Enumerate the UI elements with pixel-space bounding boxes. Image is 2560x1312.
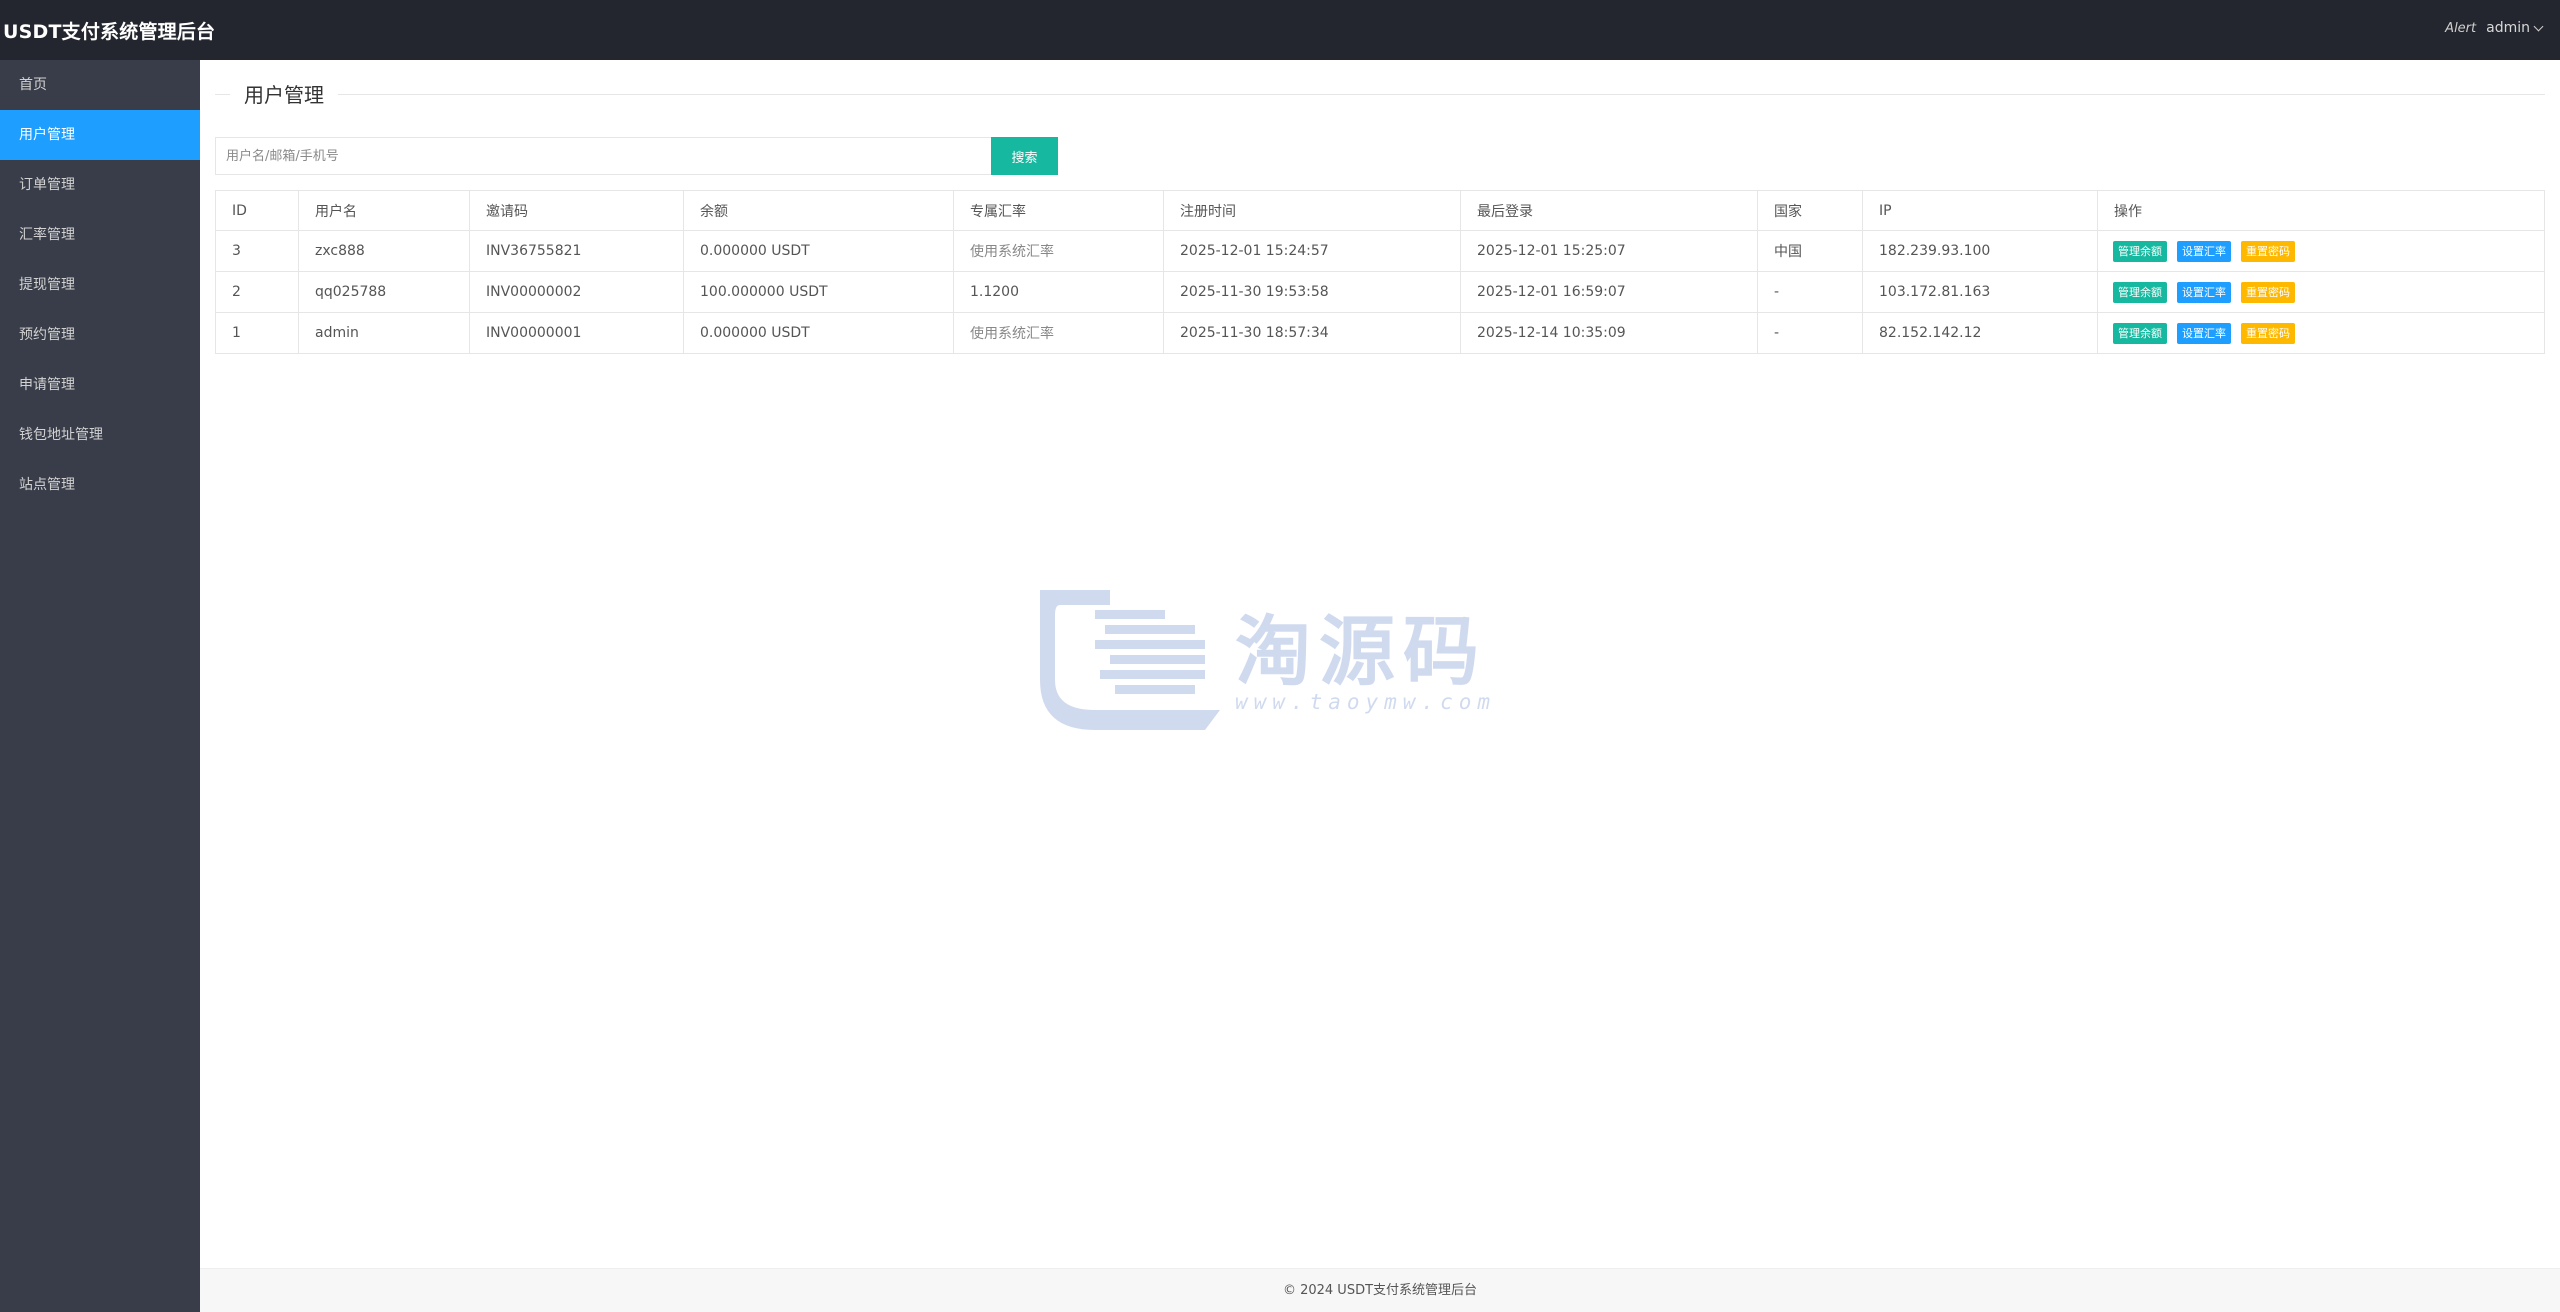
users-table: ID 用户名 邀请码 余额 专属汇率 注册时间 最后登录 国家 IP 操作 3 … [215, 190, 2545, 354]
manage-balance-button[interactable]: 管理余额 [2113, 240, 2167, 262]
cell-rate: 1.1200 [953, 271, 1164, 313]
set-rate-button[interactable]: 设置汇率 [2177, 281, 2231, 303]
alert-link[interactable]: Alert [2445, 21, 2476, 36]
watermark-logo-icon [1040, 590, 1220, 730]
chevron-down-icon [2533, 21, 2544, 31]
top-header: USDT支付系统管理后台 Alert admin [0, 0, 2560, 60]
app-title: USDT支付系统管理后台 [3, 21, 216, 43]
page-title: 用户管理 [230, 83, 338, 107]
cell-registered: 2025-12-01 15:24:57 [1163, 230, 1461, 272]
cell-invite: INV36755821 [469, 230, 684, 272]
table-row: 1 admin INV00000001 0.000000 USDT 使用系统汇率… [215, 312, 2545, 354]
col-header-id: ID [215, 190, 299, 231]
watermark: 淘源码 www.taoymw.com [1035, 585, 1525, 735]
cell-invite: INV00000002 [469, 271, 684, 313]
cell-actions: 管理余额 设置汇率 重置密码 [2097, 271, 2545, 313]
footer: © 2024 USDT支付系统管理后台 [200, 1268, 2560, 1312]
cell-username: admin [298, 312, 470, 354]
sidebar-item-home[interactable]: 首页 [0, 60, 200, 110]
cell-balance: 0.000000 USDT [683, 312, 954, 354]
top-right-area: Alert admin [2445, 20, 2544, 36]
table-header-row: ID 用户名 邀请码 余额 专属汇率 注册时间 最后登录 国家 IP 操作 [215, 190, 2545, 231]
reset-password-button[interactable]: 重置密码 [2241, 322, 2295, 344]
cell-ip: 103.172.81.163 [1862, 271, 2098, 313]
cell-actions: 管理余额 设置汇率 重置密码 [2097, 230, 2545, 272]
cell-balance: 100.000000 USDT [683, 271, 954, 313]
cell-actions: 管理余额 设置汇率 重置密码 [2097, 312, 2545, 354]
table-row: 3 zxc888 INV36755821 0.000000 USDT 使用系统汇… [215, 230, 2545, 272]
set-rate-button[interactable]: 设置汇率 [2177, 240, 2231, 262]
cell-id: 1 [215, 312, 299, 354]
sidebar-item-wallets[interactable]: 钱包地址管理 [0, 410, 200, 460]
cell-id: 3 [215, 230, 299, 272]
cell-ip: 82.152.142.12 [1862, 312, 2098, 354]
sidebar-item-withdrawals[interactable]: 提现管理 [0, 260, 200, 310]
cell-rate: 使用系统汇率 [953, 312, 1164, 354]
search-button[interactable]: 搜索 [991, 137, 1058, 175]
cell-username: qq025788 [298, 271, 470, 313]
sidebar-item-site[interactable]: 站点管理 [0, 460, 200, 510]
user-menu[interactable]: admin [2486, 20, 2544, 36]
reset-password-button[interactable]: 重置密码 [2241, 240, 2295, 262]
manage-balance-button[interactable]: 管理余额 [2113, 322, 2167, 344]
col-header-last-login: 最后登录 [1460, 190, 1758, 231]
watermark-text: 淘源码 [1235, 607, 1487, 696]
cell-rate: 使用系统汇率 [953, 230, 1164, 272]
col-header-ip: IP [1862, 190, 2098, 231]
section-divider [215, 94, 2545, 95]
col-header-actions: 操作 [2097, 190, 2545, 231]
cell-id: 2 [215, 271, 299, 313]
sidebar: 首页 用户管理 订单管理 汇率管理 提现管理 预约管理 申请管理 钱包地址管理 … [0, 60, 200, 1312]
manage-balance-button[interactable]: 管理余额 [2113, 281, 2167, 303]
col-header-username: 用户名 [298, 190, 470, 231]
sidebar-item-reservations[interactable]: 预约管理 [0, 310, 200, 360]
col-header-invite: 邀请码 [469, 190, 684, 231]
cell-last-login: 2025-12-14 10:35:09 [1460, 312, 1758, 354]
cell-country: - [1757, 312, 1863, 354]
cell-last-login: 2025-12-01 16:59:07 [1460, 271, 1758, 313]
cell-country: 中国 [1757, 230, 1863, 272]
sidebar-item-orders[interactable]: 订单管理 [0, 160, 200, 210]
user-name: admin [2486, 20, 2530, 36]
reset-password-button[interactable]: 重置密码 [2241, 281, 2295, 303]
cell-registered: 2025-11-30 18:57:34 [1163, 312, 1461, 354]
col-header-balance: 余额 [683, 190, 954, 231]
sidebar-item-applications[interactable]: 申请管理 [0, 360, 200, 410]
table-row: 2 qq025788 INV00000002 100.000000 USDT 1… [215, 271, 2545, 313]
cell-balance: 0.000000 USDT [683, 230, 954, 272]
sidebar-item-users[interactable]: 用户管理 [0, 110, 200, 160]
cell-last-login: 2025-12-01 15:25:07 [1460, 230, 1758, 272]
col-header-registered: 注册时间 [1163, 190, 1461, 231]
cell-registered: 2025-11-30 19:53:58 [1163, 271, 1461, 313]
cell-country: - [1757, 271, 1863, 313]
cell-username: zxc888 [298, 230, 470, 272]
col-header-rate: 专属汇率 [953, 190, 1164, 231]
search-input[interactable] [215, 137, 991, 175]
set-rate-button[interactable]: 设置汇率 [2177, 322, 2231, 344]
watermark-url: www.taoymw.com [1235, 690, 1497, 714]
sidebar-item-rates[interactable]: 汇率管理 [0, 210, 200, 260]
cell-invite: INV00000001 [469, 312, 684, 354]
cell-ip: 182.239.93.100 [1862, 230, 2098, 272]
col-header-country: 国家 [1757, 190, 1863, 231]
footer-text: © 2024 USDT支付系统管理后台 [1282, 1283, 1478, 1298]
